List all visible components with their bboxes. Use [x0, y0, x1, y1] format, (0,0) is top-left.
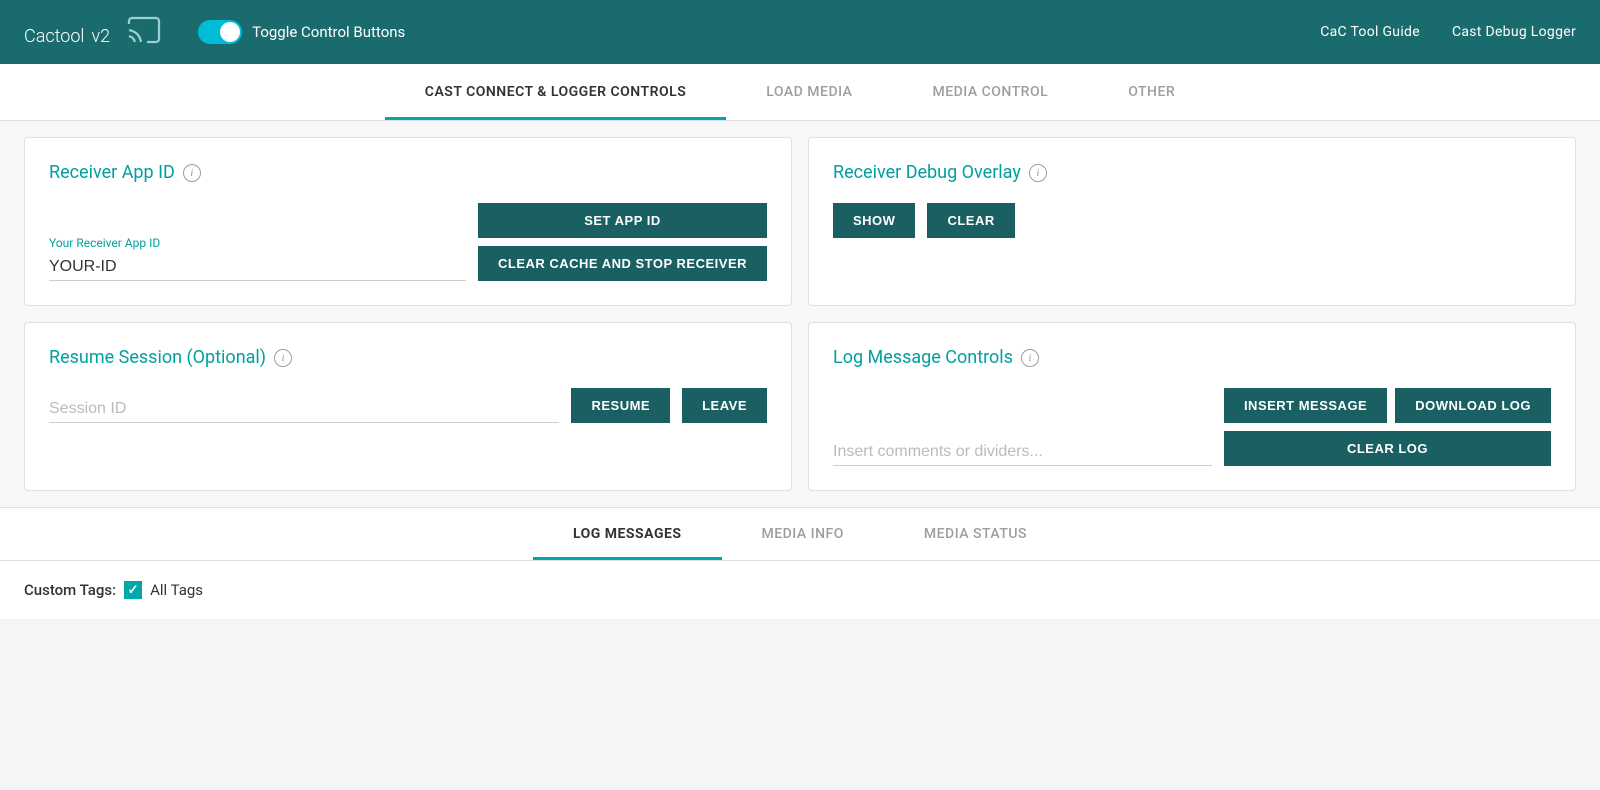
receiver-app-input[interactable] — [49, 254, 466, 281]
receiver-app-panel: Receiver App ID i Your Receiver App ID S… — [24, 137, 792, 306]
log-message-help-icon[interactable]: i — [1021, 349, 1039, 367]
custom-tags-label: Custom Tags: — [24, 581, 116, 599]
tab-cast-connect[interactable]: CAST CONNECT & LOGGER CONTROLS — [385, 64, 726, 120]
panels-area: Receiver App ID i Your Receiver App ID S… — [0, 121, 1600, 508]
resume-session-input-area — [49, 396, 559, 423]
tab-media-status[interactable]: MEDIA STATUS — [884, 508, 1067, 560]
resume-session-help-icon[interactable]: i — [274, 349, 292, 367]
toggle-area[interactable]: Toggle Control Buttons — [198, 20, 405, 44]
insert-message-button[interactable]: INSERT MESSAGE — [1224, 388, 1387, 423]
debug-overlay-help-icon[interactable]: i — [1029, 164, 1047, 182]
bottom-tab-bar: LOG MESSAGES MEDIA INFO MEDIA STATUS — [0, 508, 1600, 561]
bottom-section: LOG MESSAGES MEDIA INFO MEDIA STATUS Cus… — [0, 508, 1600, 619]
set-app-id-button[interactable]: SET APP ID — [478, 203, 767, 238]
header-left: Cactool v2 Toggle Control Buttons — [24, 12, 405, 52]
receiver-app-input-area: Your Receiver App ID — [49, 236, 466, 281]
debug-overlay-title: Receiver Debug Overlay i — [833, 162, 1551, 183]
log-message-content: INSERT MESSAGE DOWNLOAD LOG CLEAR LOG — [833, 388, 1551, 466]
resume-session-content: RESUME LEAVE — [49, 388, 767, 423]
cast-icon — [126, 12, 162, 52]
receiver-app-input-label: Your Receiver App ID — [49, 236, 466, 250]
log-comment-input[interactable] — [833, 439, 1212, 466]
log-message-input-area — [833, 439, 1212, 466]
toggle-label: Toggle Control Buttons — [252, 23, 405, 41]
nav-logger-link[interactable]: Cast Debug Logger — [1452, 24, 1576, 40]
resume-session-panel: Resume Session (Optional) i RESUME LEAVE — [24, 322, 792, 491]
app-header: Cactool v2 Toggle Control Buttons CaC To… — [0, 0, 1600, 64]
log-message-title-text: Log Message Controls — [833, 347, 1013, 368]
resume-session-title-text: Resume Session (Optional) — [49, 347, 266, 368]
logo-name: Cactool — [24, 26, 84, 47]
toggle-button[interactable] — [198, 20, 242, 44]
tab-other[interactable]: OTHER — [1088, 64, 1215, 120]
show-debug-button[interactable]: SHOW — [833, 203, 915, 238]
tab-load-media[interactable]: LOAD MEDIA — [726, 64, 892, 120]
nav-guide-link[interactable]: CaC Tool Guide — [1320, 24, 1420, 40]
resume-session-buttons: RESUME LEAVE — [571, 388, 767, 423]
logo: Cactool v2 — [24, 16, 110, 49]
log-message-title: Log Message Controls i — [833, 347, 1551, 368]
download-log-button[interactable]: DOWNLOAD LOG — [1395, 388, 1551, 423]
tab-log-messages[interactable]: LOG MESSAGES — [533, 508, 722, 560]
clear-debug-button[interactable]: CLEAR — [927, 203, 1014, 238]
debug-overlay-buttons: SHOW CLEAR — [833, 203, 1551, 238]
panels-grid: Receiver App ID i Your Receiver App ID S… — [24, 137, 1576, 491]
tab-media-control[interactable]: MEDIA CONTROL — [892, 64, 1088, 120]
session-id-input[interactable] — [49, 396, 559, 423]
clear-log-button[interactable]: CLEAR LOG — [1224, 431, 1551, 466]
header-nav: CaC Tool Guide Cast Debug Logger — [1320, 24, 1576, 40]
debug-overlay-title-text: Receiver Debug Overlay — [833, 162, 1021, 183]
all-tags-label: All Tags — [150, 581, 203, 599]
tab-media-info[interactable]: MEDIA INFO — [722, 508, 884, 560]
log-message-buttons: INSERT MESSAGE DOWNLOAD LOG CLEAR LOG — [1224, 388, 1551, 466]
leave-button[interactable]: LEAVE — [682, 388, 767, 423]
resume-session-title: Resume Session (Optional) i — [49, 347, 767, 368]
receiver-app-content: Your Receiver App ID SET APP ID CLEAR CA… — [49, 203, 767, 281]
receiver-app-title-text: Receiver App ID — [49, 162, 175, 183]
custom-tags-area: Custom Tags: All Tags — [0, 561, 1600, 619]
log-top-buttons: INSERT MESSAGE DOWNLOAD LOG — [1224, 388, 1551, 423]
debug-overlay-panel: Receiver Debug Overlay i SHOW CLEAR — [808, 137, 1576, 306]
logo-version: v2 — [91, 26, 110, 47]
all-tags-checkbox[interactable] — [124, 581, 142, 599]
log-message-panel: Log Message Controls i INSERT MESSAGE DO… — [808, 322, 1576, 491]
resume-button[interactable]: RESUME — [571, 388, 670, 423]
receiver-app-buttons: SET APP ID CLEAR CACHE AND STOP RECEIVER — [478, 203, 767, 281]
receiver-app-help-icon[interactable]: i — [183, 164, 201, 182]
top-tab-bar: CAST CONNECT & LOGGER CONTROLS LOAD MEDI… — [0, 64, 1600, 121]
receiver-app-title: Receiver App ID i — [49, 162, 767, 183]
clear-cache-button[interactable]: CLEAR CACHE AND STOP RECEIVER — [478, 246, 767, 281]
